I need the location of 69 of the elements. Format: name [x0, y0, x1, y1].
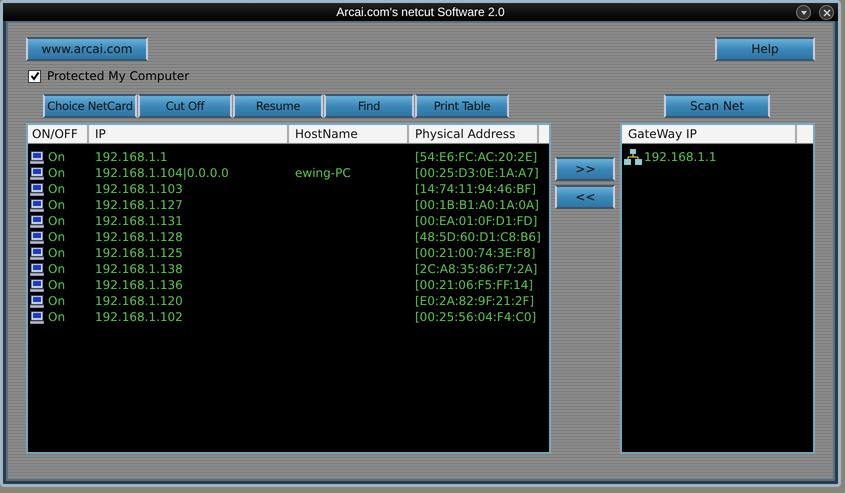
status-text: On: [48, 262, 66, 276]
mac-cell-text: [00:25:D3:0E:1A:A7]: [414, 166, 539, 180]
computer-icon: [30, 166, 44, 180]
mac-cell-text: [54:E6:FC:AC:20:2E]: [414, 150, 538, 164]
computer-icon: [30, 294, 44, 308]
status-text: On: [48, 182, 66, 196]
column-header[interactable]: IP: [89, 125, 289, 143]
status-text: On: [48, 294, 66, 308]
computer-icon: [30, 214, 44, 228]
ip-cell-text: 192.168.1.136: [94, 278, 184, 292]
mac-cell-text: [48:5D:60:D1:C8:B6]: [414, 230, 539, 244]
ip-cell-text: 192.168.1.127: [94, 198, 184, 212]
mac-cell-text: [E0:2A:82:9F:21:2F]: [414, 294, 536, 308]
ip-cell-text: 192.168.1.103: [94, 182, 184, 196]
mac-cell-text: [2C:A8:35:86:F7:2A]: [414, 262, 538, 276]
ip-cell-text: 192.168.1.120: [94, 294, 184, 308]
computer-icon: [30, 262, 44, 276]
help-button[interactable]: Help: [715, 37, 815, 61]
move-button[interactable]: <<: [555, 185, 616, 209]
computer-icon: [30, 246, 44, 260]
toolbar-button[interactable]: Choice NetCard: [43, 94, 137, 118]
status-text: On: [48, 166, 66, 180]
computer-icon: [30, 182, 44, 196]
chevron-icon: [800, 10, 808, 16]
close-button[interactable]: [819, 5, 834, 20]
hostname-cell-text: ewing-PC: [294, 166, 352, 180]
website-button[interactable]: www.arcai.com: [26, 37, 148, 61]
move-button[interactable]: >>: [555, 157, 616, 181]
mac-cell-text: [00:EA:01:0F:D1:FD]: [414, 214, 538, 228]
gateway-ip: 192.168.1.1: [644, 150, 716, 164]
window-title: Arcai.com's netcut Software 2.0: [336, 5, 505, 19]
status-text: On: [48, 198, 66, 212]
network-icon: [624, 149, 642, 165]
mac-cell-text: [00:21:06:F5:FF:14]: [414, 278, 534, 292]
toolbar-button[interactable]: Cut Off: [138, 94, 232, 118]
mac-cell-text: [00:25:56:04:F4:C0]: [414, 310, 538, 324]
ip-cell-text: 192.168.1.125: [94, 246, 184, 260]
column-header[interactable]: HostName: [289, 125, 409, 143]
computer-icon: [30, 198, 44, 212]
checkbox-label: Protected My Computer: [47, 69, 190, 83]
toolbar-button[interactable]: Resume: [233, 94, 323, 118]
status-text: On: [48, 246, 66, 260]
toolbar-button[interactable]: Print Table: [415, 94, 509, 118]
toolbar-button[interactable]: Find: [324, 94, 414, 118]
ip-cell-text: 192.168.1.128: [94, 230, 184, 244]
computer-icon: [30, 150, 44, 164]
column-header[interactable]: ON/OFF: [28, 125, 89, 143]
computer-icon: [30, 310, 44, 324]
minimize-button[interactable]: [796, 5, 811, 20]
ip-cell-text: 192.168.1.104|0.0.0.0: [94, 166, 230, 180]
checkbox[interactable]: [28, 70, 41, 82]
check-icon: [30, 71, 40, 81]
computer-icon: [30, 278, 44, 292]
ip-cell-text: 192.168.1.138: [94, 262, 184, 276]
status-text: On: [48, 310, 66, 324]
status-text: On: [48, 150, 66, 164]
column-header[interactable]: Physical Address: [409, 125, 539, 143]
status-text: On: [48, 230, 66, 244]
close-icon: [822, 8, 830, 16]
ip-cell-text: 192.168.1.131: [94, 214, 184, 228]
ip-cell-text: 192.168.1.1: [94, 150, 169, 164]
status-text: On: [48, 214, 66, 228]
status-text: On: [48, 278, 66, 292]
mac-cell-text: [00:1B:B1:A0:1A:0A]: [414, 198, 539, 212]
ip-cell-text: 192.168.1.102: [94, 310, 184, 324]
mac-cell-text: [14:74:11:94:46:BF]: [414, 182, 538, 196]
mac-cell-text: [00:21:00:74:3E:F8]: [414, 246, 536, 260]
computer-icon: [30, 230, 44, 244]
scan-button[interactable]: Scan Net: [664, 94, 770, 118]
